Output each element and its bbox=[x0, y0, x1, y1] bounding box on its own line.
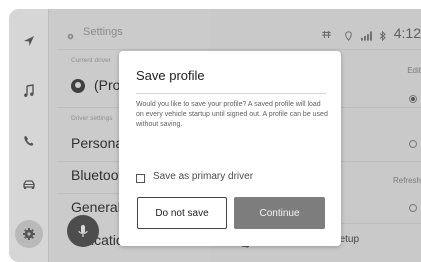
nav-item-music[interactable] bbox=[9, 71, 49, 111]
divider bbox=[57, 49, 211, 50]
divider bbox=[211, 49, 421, 50]
driver-settings-caption: Driver settings bbox=[71, 115, 113, 122]
current-driver-caption: Current driver bbox=[71, 57, 111, 64]
phone-icon bbox=[24, 136, 34, 146]
nav-item-settings[interactable] bbox=[15, 220, 43, 248]
nav-item-navigation[interactable] bbox=[9, 21, 49, 61]
car-icon bbox=[23, 180, 35, 189]
continue-button[interactable]: Continue bbox=[234, 197, 325, 229]
primary-driver-checkbox[interactable] bbox=[136, 174, 145, 183]
bluetooth-radio[interactable] bbox=[409, 204, 417, 212]
voice-button[interactable] bbox=[67, 215, 99, 247]
driver-radio[interactable] bbox=[409, 140, 417, 148]
primary-driver-checkbox-label[interactable]: Save as primary driver bbox=[153, 171, 253, 182]
dialog-message: Would you like to save your profile? A s… bbox=[136, 101, 328, 128]
signal-icon bbox=[361, 28, 372, 46]
list-item-general[interactable]: General bbox=[71, 199, 121, 215]
gear-icon bbox=[23, 228, 35, 240]
refresh-link[interactable]: Refresh bbox=[393, 176, 421, 185]
nav-item-phone[interactable] bbox=[9, 121, 49, 161]
nav-rail bbox=[9, 9, 49, 262]
list-item-personal[interactable]: Personal bbox=[71, 135, 126, 151]
driver-radio-selected[interactable] bbox=[409, 95, 417, 103]
edit-link[interactable]: Edit bbox=[407, 66, 421, 75]
dialog-title: Save profile bbox=[136, 68, 205, 83]
clock: 4:12 bbox=[393, 25, 421, 41]
page-title: Settings bbox=[83, 26, 123, 38]
music-note-icon bbox=[24, 84, 34, 97]
gear-icon bbox=[66, 28, 75, 46]
current-driver-value[interactable]: (Pro bbox=[94, 77, 120, 93]
location-pin-icon bbox=[345, 28, 352, 46]
bluetooth-icon bbox=[379, 28, 386, 46]
nav-item-vehicle[interactable] bbox=[9, 165, 49, 205]
gear-icon bbox=[321, 27, 332, 45]
microphone-icon bbox=[78, 225, 88, 237]
save-profile-dialog: Save profile Would you like to save your… bbox=[119, 51, 341, 246]
navigation-arrow-icon bbox=[24, 36, 34, 46]
do-not-save-button[interactable]: Do not save bbox=[137, 197, 227, 229]
divider bbox=[136, 93, 326, 94]
screen-frame: Settings Current driver (Pro Driver sett… bbox=[9, 9, 421, 262]
avatar bbox=[71, 79, 85, 93]
